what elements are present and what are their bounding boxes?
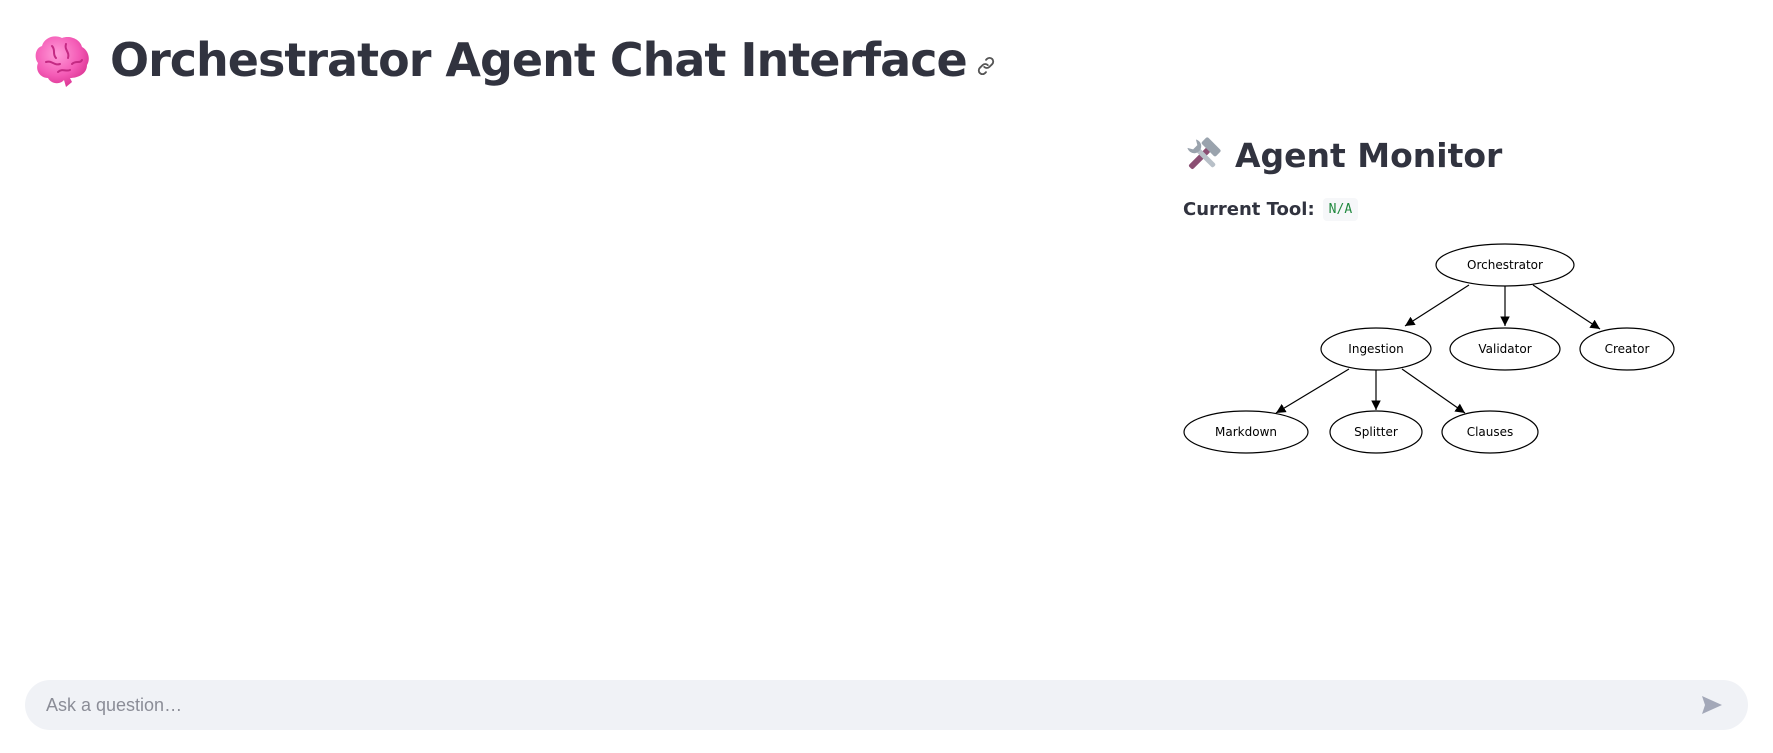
edge-ingestion-markdown [1275,368,1350,414]
node-validator: Validator [1449,327,1561,371]
chat-input-bar [25,679,1748,731]
node-splitter-label: Splitter [1354,425,1398,439]
node-validator-label: Validator [1478,342,1531,356]
node-clauses: Clauses [1441,410,1539,454]
node-orchestrator: Orchestrator [1435,243,1575,287]
node-creator: Creator [1579,327,1675,371]
header: Orchestrator Agent Chat Interface [32,30,997,90]
current-tool-label: Current Tool: [1183,199,1315,220]
page: Orchestrator Agent Chat Interface Agent … [0,0,1773,753]
agent-graph-svg: Orchestrator Ingestion Validator Creator… [1183,243,1675,454]
node-ingestion: Ingestion [1320,327,1432,371]
node-markdown-label: Markdown [1215,425,1277,439]
brain-icon [35,36,89,87]
page-title: Orchestrator Agent Chat Interface [110,33,968,87]
send-icon [1702,696,1722,714]
node-creator-label: Creator [1605,342,1650,356]
monitor-title: Agent Monitor [1235,135,1503,175]
edge-ingestion-clauses [1401,368,1466,414]
node-orchestrator-label: Orchestrator [1467,258,1543,272]
agent-graph: Orchestrator Ingestion Validator Creator… [1183,242,1753,502]
current-tool-row: Current Tool: N/A [1183,198,1753,221]
link-icon[interactable] [975,55,997,77]
hammer-and-wrench-icon [1187,137,1221,170]
node-splitter: Splitter [1329,410,1423,454]
send-button[interactable] [1692,685,1732,725]
node-markdown: Markdown [1183,410,1309,454]
node-clauses-label: Clauses [1467,425,1514,439]
node-ingestion-label: Ingestion [1348,342,1403,356]
chat-input[interactable] [25,679,1692,731]
current-tool-value: N/A [1322,198,1359,221]
monitor-header: Agent Monitor [1183,130,1753,180]
edge-orchestrator-creator [1532,284,1601,330]
agent-monitor-panel: Agent Monitor Current Tool: N/A [1183,130,1753,221]
edge-orchestrator-ingestion [1404,284,1470,327]
